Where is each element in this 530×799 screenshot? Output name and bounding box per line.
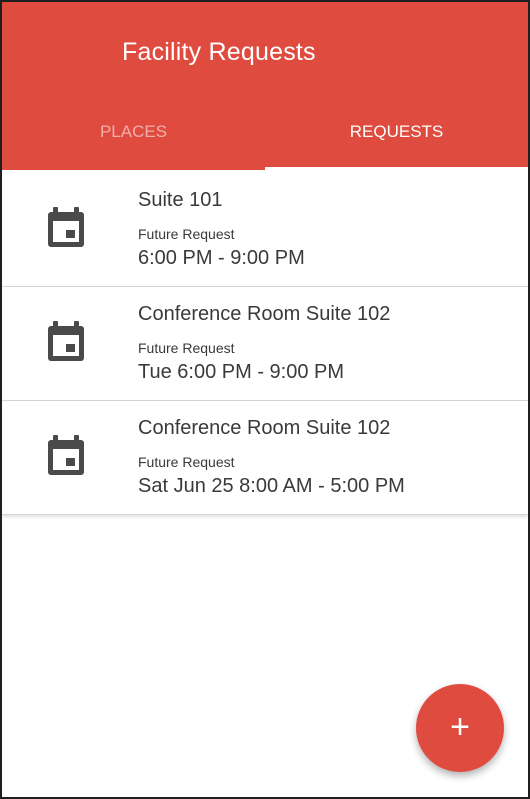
request-time: 6:00 PM - 9:00 PM [138,247,305,269]
tab-places[interactable]: PLACES [2,110,265,170]
add-request-button[interactable]: + [416,684,504,772]
plus-icon: + [450,708,470,746]
request-title: Conference Room Suite 102 [138,303,391,325]
request-list: Suite 101 Future Request 6:00 PM - 9:00 … [2,173,528,515]
request-status: Future Request [138,226,235,242]
calendar-icon [48,321,84,361]
calendar-icon [48,435,84,475]
request-status: Future Request [138,454,235,470]
calendar-icon [48,207,84,247]
list-item[interactable]: Conference Room Suite 102 Future Request… [2,287,528,401]
app-bar: Facility Requests PLACES REQUESTS [2,2,528,170]
request-time: Tue 6:00 PM - 9:00 PM [138,361,345,383]
tab-requests[interactable]: REQUESTS [265,110,528,170]
request-time: Sat Jun 25 8:00 AM - 5:00 PM [138,475,405,497]
tab-bar: PLACES REQUESTS [2,110,528,170]
app-title: Facility Requests [122,38,316,66]
list-item[interactable]: Suite 101 Future Request 6:00 PM - 9:00 … [2,173,528,287]
app-frame: Facility Requests PLACES REQUESTS Suite … [0,0,530,799]
request-title: Conference Room Suite 102 [138,417,391,439]
list-item[interactable]: Conference Room Suite 102 Future Request… [2,401,528,515]
request-status: Future Request [138,340,235,356]
request-title: Suite 101 [138,189,223,211]
